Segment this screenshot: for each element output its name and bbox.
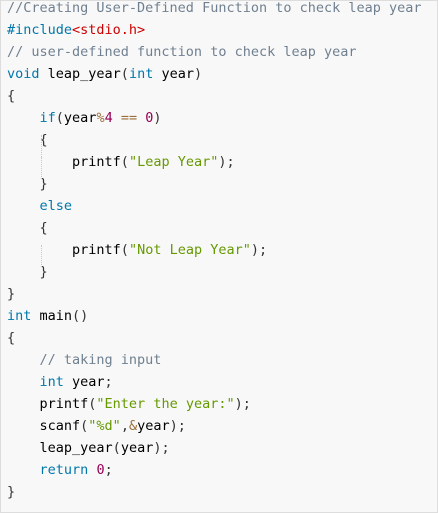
code-token-plain: leap_year	[39, 66, 121, 82]
code-token-number: 4	[104, 110, 113, 126]
code-token-punct: );	[169, 418, 186, 434]
code-token-string: "%d"	[88, 418, 121, 434]
code-token-operator: &	[128, 418, 138, 434]
code-line: leap_year(year);	[7, 437, 422, 459]
code-line: {	[7, 129, 422, 151]
code-line: }	[7, 173, 422, 195]
code-token-punct: (	[120, 154, 129, 170]
code-token-comment: // taking input	[39, 352, 162, 368]
indent-guide-else-body	[41, 245, 42, 267]
code-token-keyword: int	[7, 308, 32, 324]
indent-guide-if-body	[41, 157, 42, 179]
code-token-punct: ;	[104, 462, 113, 478]
code-line: else	[7, 195, 422, 217]
code-token-punct: ;	[104, 374, 113, 390]
code-token-string: "Enter the year:"	[96, 396, 235, 412]
code-token-punct: (	[55, 110, 64, 126]
code-token-preproc: #include	[7, 22, 73, 38]
code-token-punct: {	[39, 220, 48, 236]
code-token-plain: year	[63, 110, 97, 126]
code-token-punct: (	[120, 242, 129, 258]
code-line: }	[7, 283, 422, 305]
code-token-punct: )	[193, 66, 203, 82]
code-token-operator: ==	[120, 110, 138, 126]
code-token-plain: year	[137, 418, 170, 434]
code-token-keyword: return	[39, 462, 89, 478]
code-token-comment: //Creating User-Defined Function to chec…	[7, 0, 422, 16]
code-token-punct: );	[218, 154, 235, 170]
code-token-punct: )	[153, 110, 162, 126]
code-token-plain: year	[153, 66, 194, 82]
code-token-keyword: int	[128, 66, 154, 82]
code-token-plain: printf	[7, 242, 121, 258]
code-token-string: "Leap Year"	[128, 154, 219, 170]
code-line: int year;	[7, 371, 422, 393]
code-line: #include<stdio.h>	[7, 19, 422, 41]
code-token-keyword: else	[39, 198, 73, 214]
code-line: printf("Enter the year:");	[7, 393, 422, 415]
code-token-plain: year	[63, 374, 105, 390]
code-token-operator: %	[96, 110, 105, 126]
code-token-punct: );	[234, 396, 251, 412]
code-line: {	[7, 85, 422, 107]
code-token-plain: scanf	[7, 418, 81, 434]
code-line: int main()	[7, 305, 422, 327]
code-line: // user-defined function to check leap y…	[7, 41, 422, 63]
code-token-number: 0	[96, 462, 105, 478]
code-token-plain: year	[120, 440, 154, 456]
code-token-punct: ()	[72, 308, 89, 324]
code-line: if(year%4 == 0)	[7, 107, 422, 129]
code-token-plain: printf	[7, 154, 121, 170]
code-token-string: "Not Leap Year"	[128, 242, 251, 258]
code-token-punct: (	[112, 440, 121, 456]
code-line: //Creating User-Defined Function to chec…	[7, 0, 422, 19]
code-line: {	[7, 327, 422, 349]
code-token-comment: // user-defined function to check leap y…	[7, 44, 357, 60]
code-token-punct: }	[7, 286, 16, 302]
code-token-keyword: if	[39, 110, 56, 126]
code-token-punct: (	[120, 66, 129, 82]
code-token-keyword: int	[39, 374, 64, 390]
code-token-plain: leap_year	[7, 440, 113, 456]
code-token-punct: ,	[120, 418, 129, 434]
code-token-punct: );	[153, 440, 170, 456]
code-token-keyword: void	[7, 66, 40, 82]
code-line: printf("Not Leap Year");	[7, 239, 422, 261]
code-line: return 0;	[7, 459, 422, 481]
code-line: }	[7, 261, 422, 283]
code-line: void leap_year(int year)	[7, 63, 422, 85]
code-line: }	[7, 481, 422, 503]
code-line: // taking input	[7, 349, 422, 371]
indent-guide-if	[41, 135, 42, 157]
code-token-punct: );	[250, 242, 268, 258]
code-line: scanf("%d",&year);	[7, 415, 422, 437]
code-line: {	[7, 217, 422, 239]
code-token-plain: main	[31, 308, 73, 324]
code-block: //Creating User-Defined Function to chec…	[0, 0, 438, 513]
code-line: printf("Leap Year");	[7, 151, 422, 173]
code-token-punct: }	[7, 484, 16, 500]
code-token-punct: {	[7, 330, 16, 346]
code-token-include: <stdio.h>	[72, 22, 146, 38]
code-token-punct: {	[7, 88, 16, 104]
code-token-plain: printf	[7, 396, 89, 412]
code-listing: //Creating User-Defined Function to chec…	[7, 0, 422, 503]
